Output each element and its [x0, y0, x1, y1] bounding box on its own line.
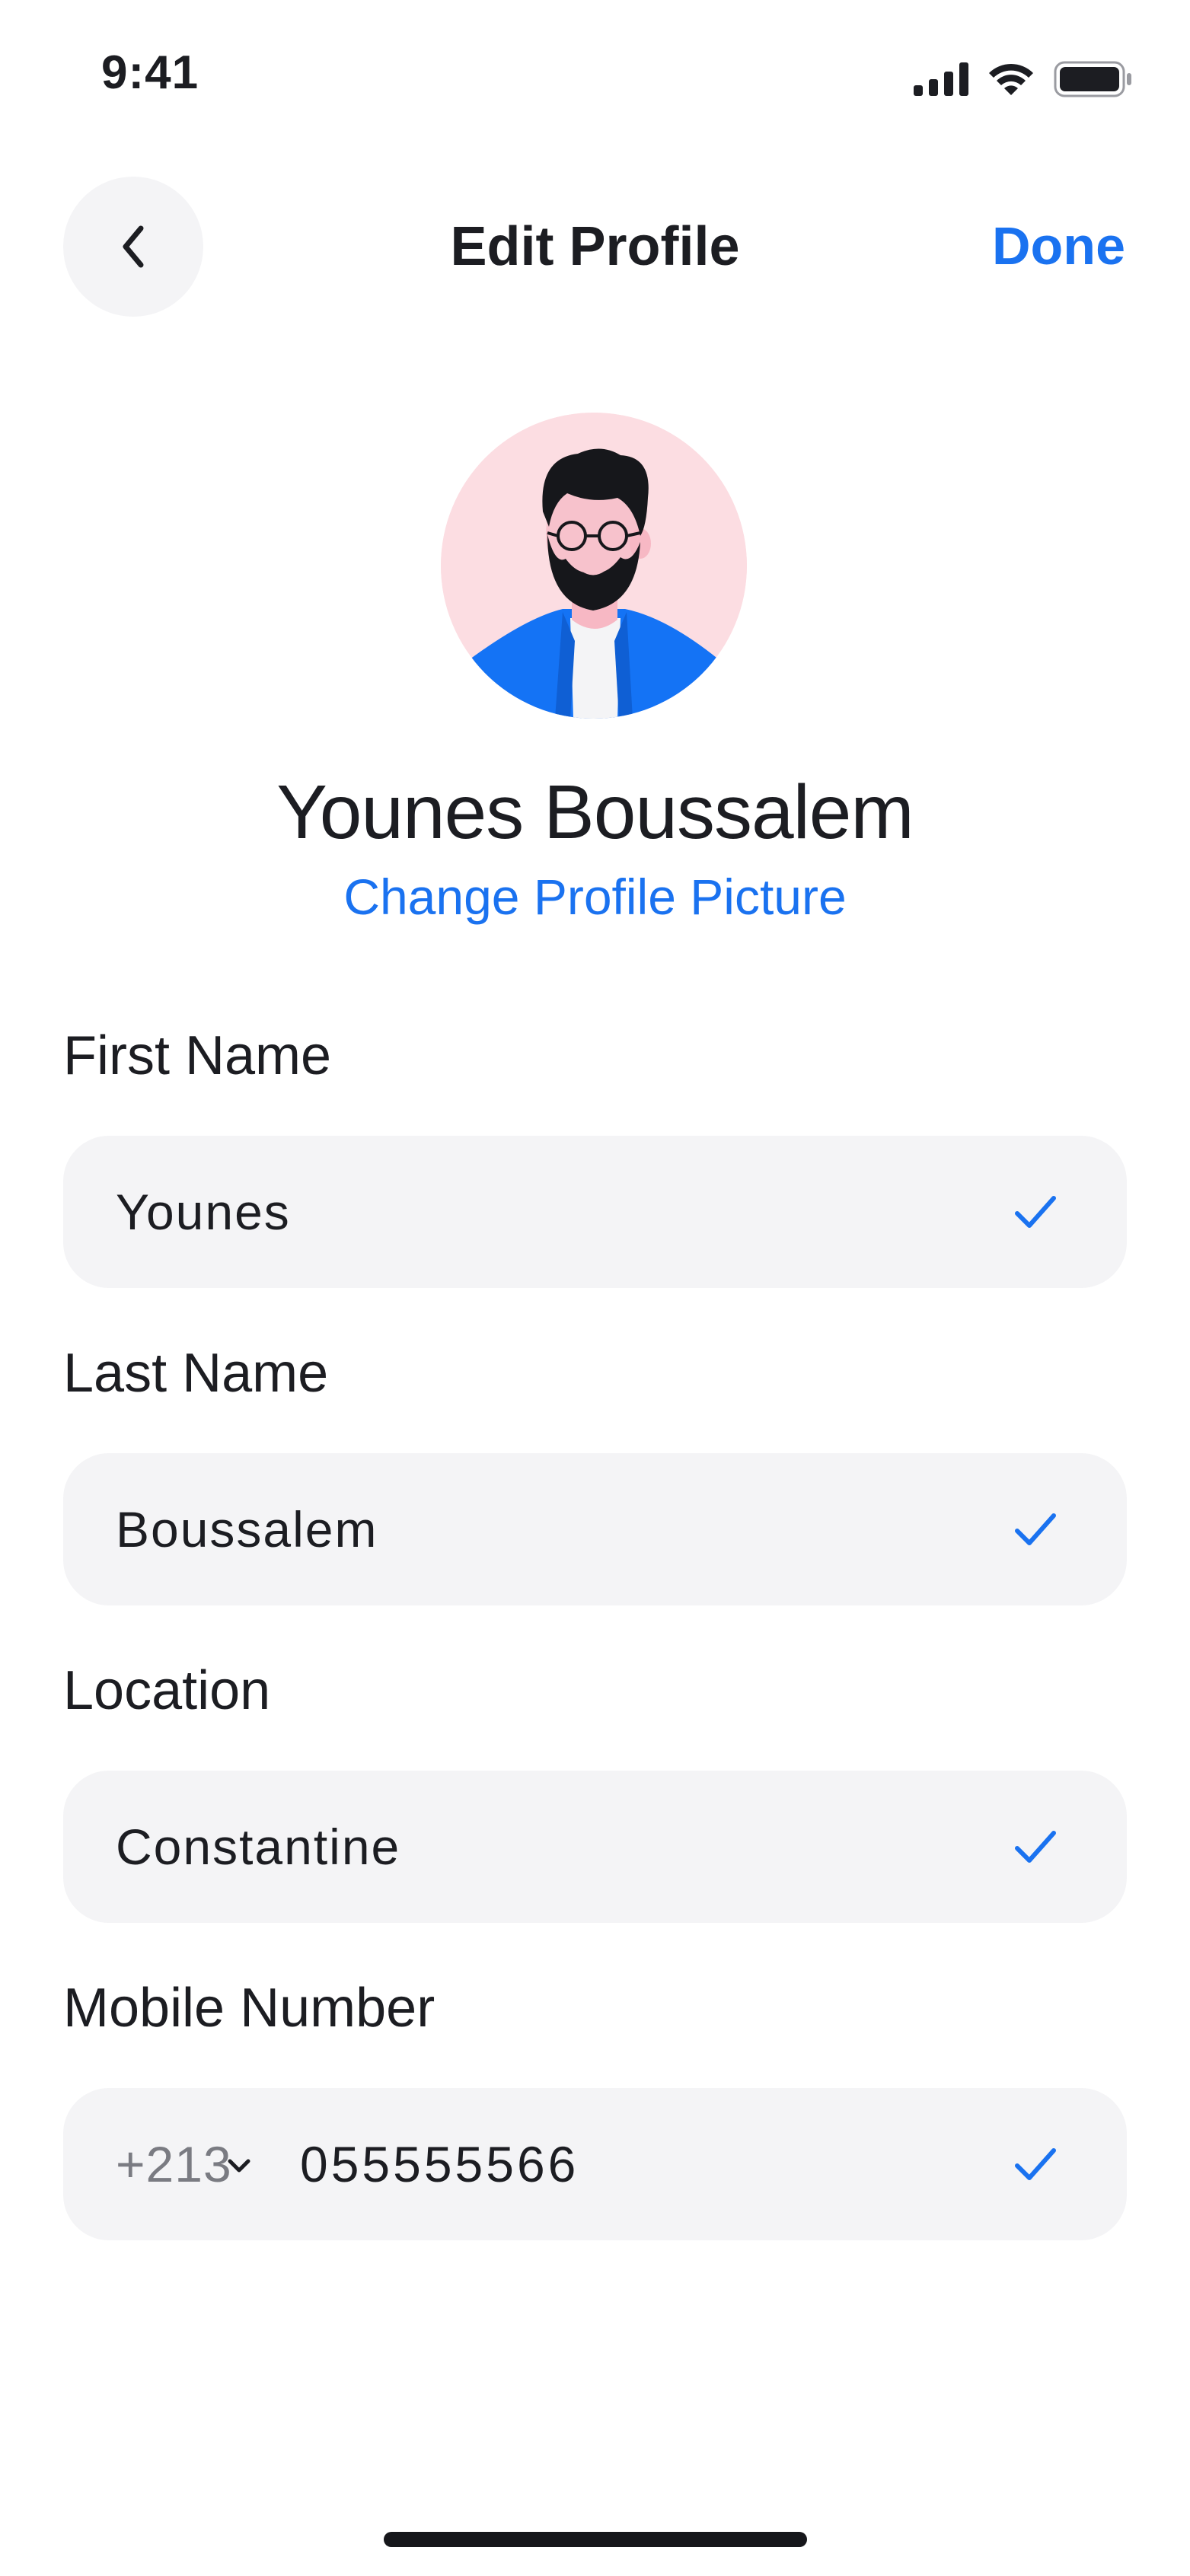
- first-name-value: Younes: [116, 1184, 291, 1240]
- avatar[interactable]: [441, 413, 747, 719]
- status-time: 9:41: [101, 46, 199, 99]
- mobile-number-label: Mobile Number: [63, 1978, 435, 2039]
- battery-icon: [1054, 61, 1131, 97]
- status-icons: [914, 59, 1133, 99]
- mobile-number-field[interactable]: +213 055555566: [63, 2088, 1127, 2240]
- location-value: Constantine: [116, 1819, 401, 1875]
- user-avatar-illustration: [441, 413, 747, 719]
- checkmark-icon: [1015, 1513, 1056, 1545]
- location-label: Location: [63, 1660, 271, 1721]
- checkmark-icon: [1015, 1196, 1056, 1228]
- chevron-down-icon: [228, 2159, 250, 2173]
- phone-number-value: 055555566: [300, 2136, 579, 2192]
- status-bar: 9:41: [0, 0, 1190, 152]
- location-field[interactable]: Constantine: [63, 1771, 1127, 1923]
- last-name-value: Boussalem: [116, 1501, 378, 1557]
- checkmark-icon: [1015, 2148, 1056, 2180]
- home-indicator: [384, 2532, 807, 2547]
- cellular-signal-icon: [914, 62, 968, 96]
- last-name-field[interactable]: Boussalem: [63, 1453, 1127, 1605]
- country-code-value: +213: [116, 2136, 232, 2192]
- profile-name: Younes Boussalem: [276, 770, 914, 855]
- first-name-field[interactable]: Younes: [63, 1136, 1127, 1288]
- change-profile-picture-link[interactable]: Change Profile Picture: [0, 868, 1190, 926]
- done-button[interactable]: Done: [992, 215, 1125, 276]
- wifi-icon: [989, 63, 1033, 95]
- first-name-label: First Name: [63, 1025, 332, 1086]
- country-code-select[interactable]: +213: [116, 2088, 252, 2240]
- checkmark-icon: [1015, 1831, 1056, 1863]
- last-name-label: Last Name: [63, 1343, 329, 1404]
